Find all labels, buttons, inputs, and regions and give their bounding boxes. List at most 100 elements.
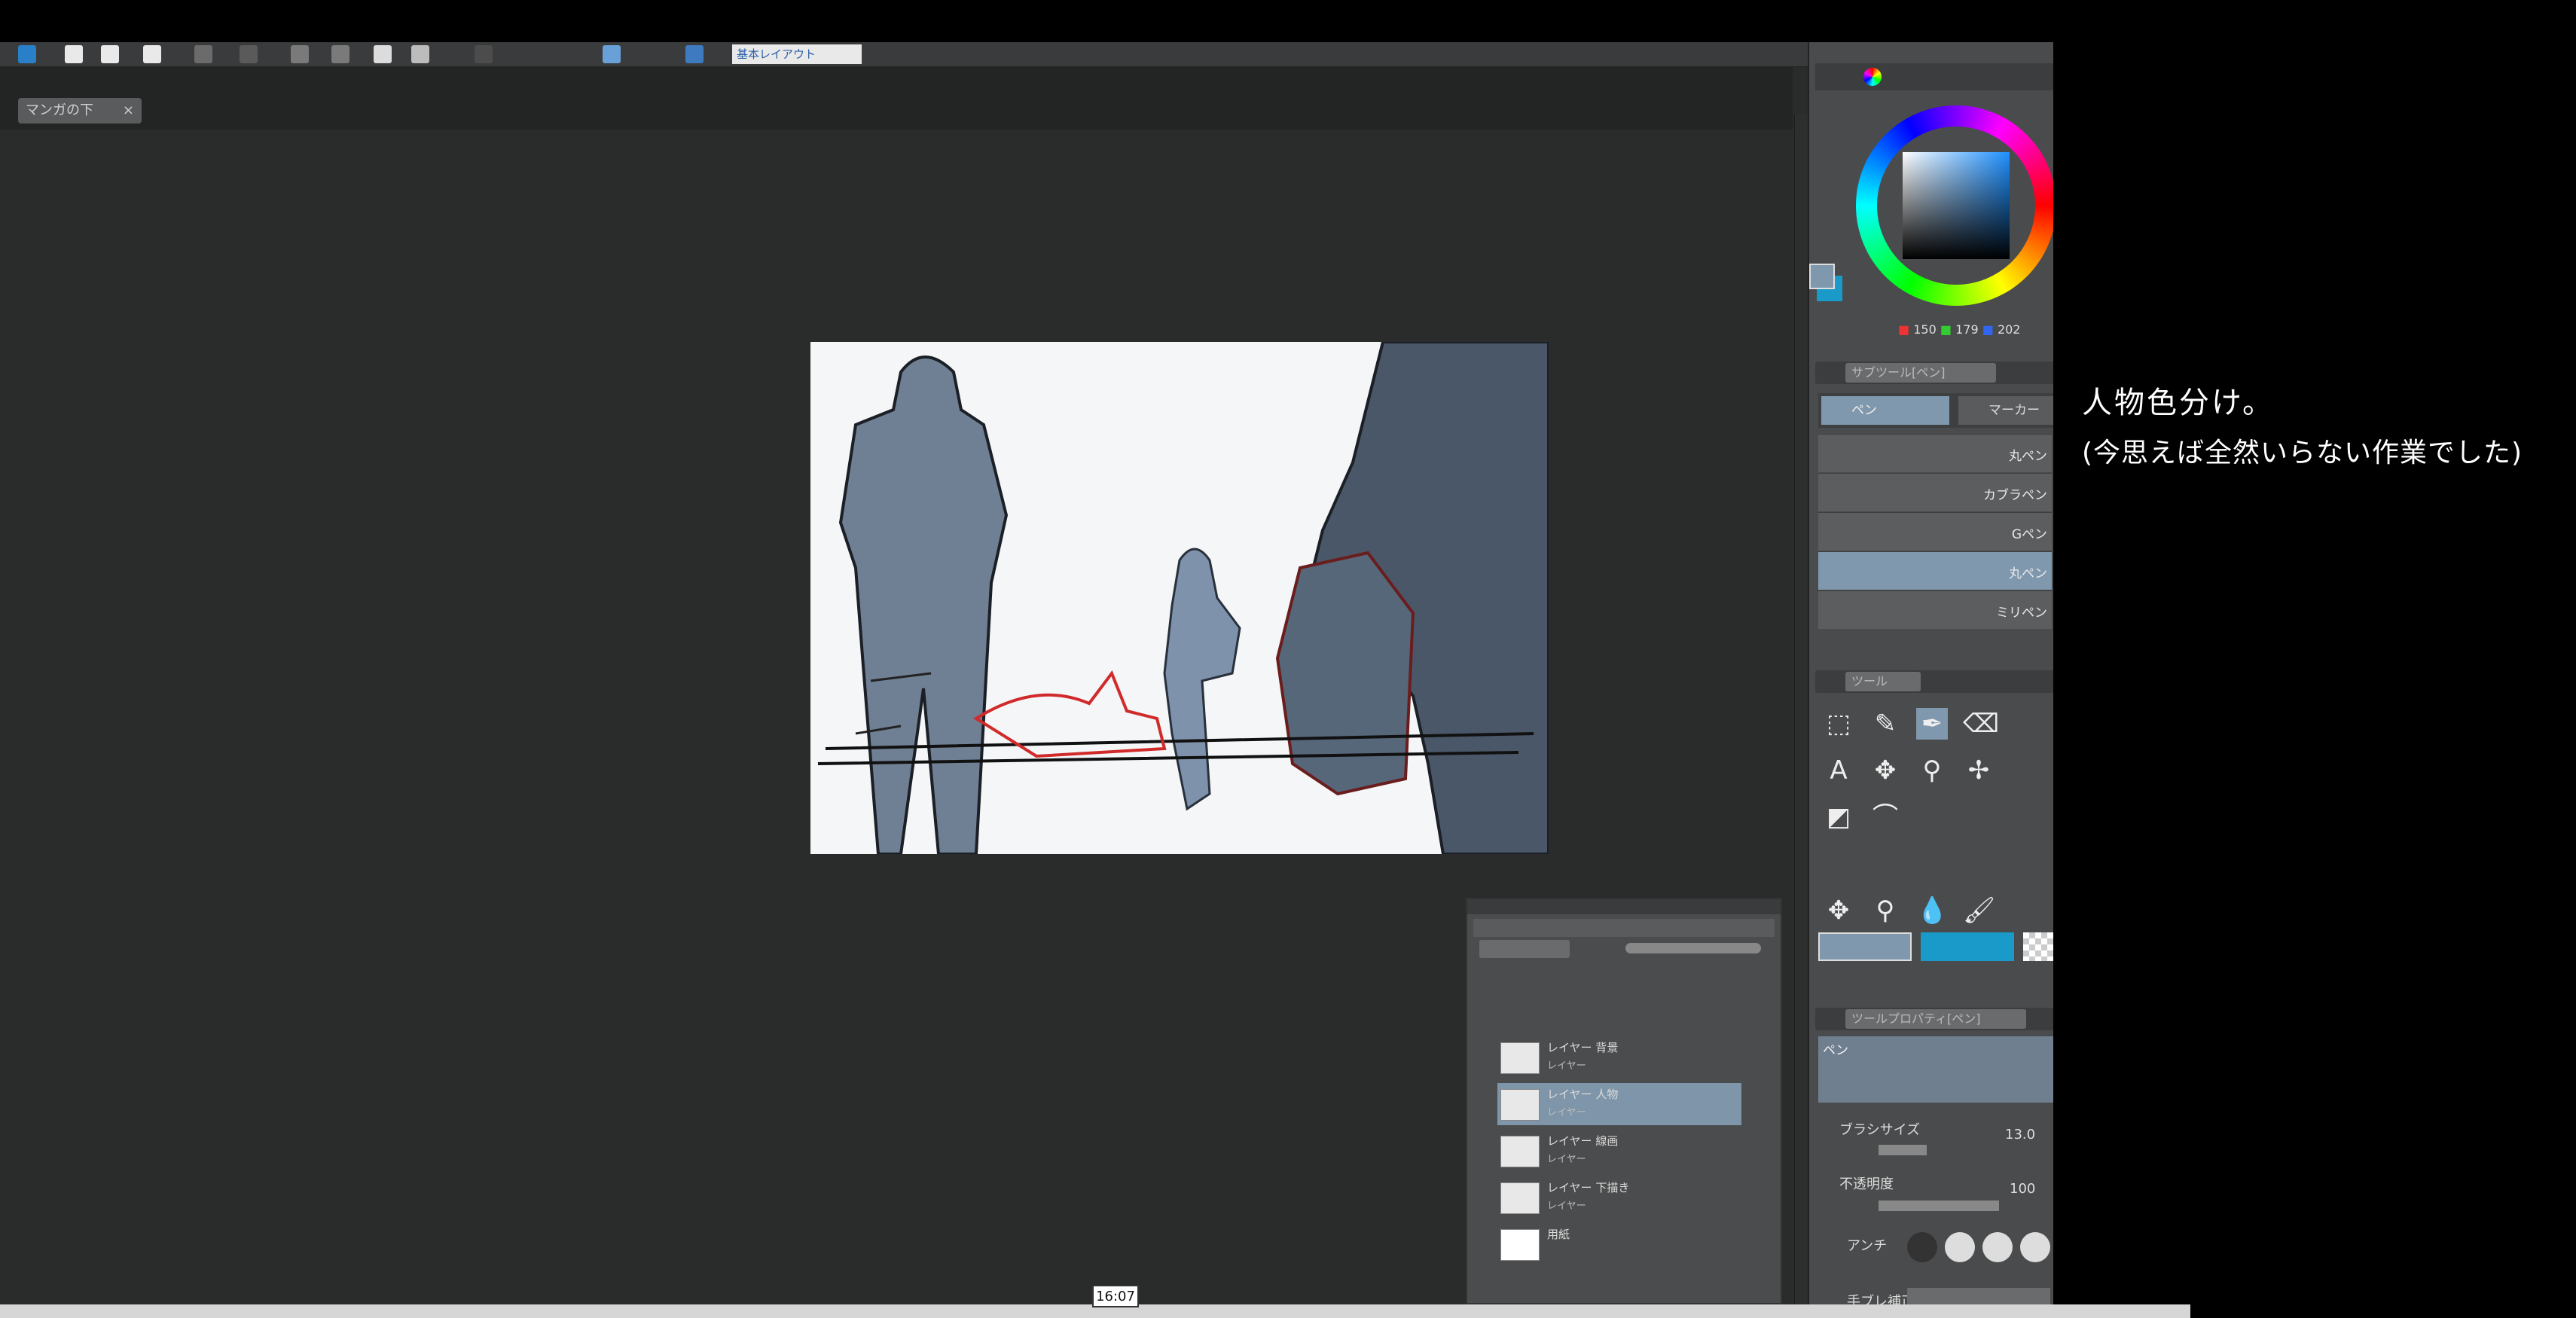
app-icon[interactable]	[18, 45, 36, 63]
layer-tab-row	[1473, 919, 1775, 937]
layer-name: レイヤー 人物	[1547, 1088, 1619, 1101]
brush-label: ミリペン	[1996, 606, 2047, 621]
main-color-chip[interactable]	[1818, 932, 1912, 961]
undo-icon[interactable]	[194, 45, 212, 63]
brush-item[interactable]: カブラペン	[1818, 473, 2052, 511]
right-dock: ■ 150 ■ 179 ■ 202 サブツール[ペン] ペン マーカー 丸ペン …	[1808, 42, 2053, 1304]
layer-name: レイヤー 背景	[1547, 1041, 1619, 1054]
zoom-tool-icon[interactable]: ⚲	[1869, 895, 1901, 926]
layer-mode: レイヤー	[1547, 1107, 1586, 1118]
layer-row[interactable]: レイヤー 背景 レイヤー	[1497, 1036, 1741, 1079]
opacity-slider[interactable]	[1879, 1201, 1999, 1211]
brush-label: 丸ペン	[2009, 449, 2047, 464]
layout-field[interactable]: 基本レイアウト	[732, 44, 862, 64]
eyedropper-tool-icon[interactable]: ✎	[1869, 708, 1901, 740]
layer-panel-header	[1467, 899, 1781, 914]
brush-item-selected[interactable]: 丸ペン	[1818, 551, 2052, 590]
bag-shape	[1275, 551, 1415, 796]
tool-property-title[interactable]: ツールプロパティ[ペン]	[1845, 1009, 2026, 1029]
gradient-tool-icon[interactable]: ◩	[1823, 801, 1854, 833]
layer-thumbnail	[1500, 1042, 1540, 1074]
object-tool-icon[interactable]: ✥	[1869, 755, 1901, 786]
subtool-tab-pen[interactable]: ペン	[1821, 396, 1949, 425]
stabilize-slider[interactable]	[1907, 1288, 2050, 1304]
save-icon[interactable]	[143, 45, 161, 63]
layer-mode: レイヤー	[1547, 1060, 1586, 1072]
brush-item[interactable]: Gペン	[1818, 512, 2052, 551]
brush-item[interactable]: 丸ペン	[1818, 434, 2052, 472]
transparent-color-chip[interactable]	[2023, 932, 2053, 961]
opacity-slider[interactable]	[1625, 943, 1761, 953]
layer-name: レイヤー 下描き	[1547, 1181, 1630, 1194]
subtool-panel-title[interactable]: サブツール[ペン]	[1845, 363, 1996, 383]
opacity-value[interactable]: 100	[2010, 1181, 2035, 1197]
layer-name: 用紙	[1547, 1228, 1570, 1241]
color-wheel[interactable]	[1856, 105, 2053, 306]
brush-label: Gペン	[2011, 527, 2047, 542]
new-file-icon[interactable]	[65, 45, 83, 63]
tool-panel-header: ツール	[1815, 670, 2053, 693]
command-bar: 基本レイアウト	[0, 42, 1815, 67]
brush-icon[interactable]	[685, 45, 704, 63]
layer-row[interactable]: レイヤー 線画 レイヤー	[1497, 1130, 1741, 1172]
opacity-label: 不透明度	[1839, 1176, 1894, 1192]
transform-icon[interactable]	[411, 45, 429, 63]
color-wheel-tab-icon[interactable]	[1863, 68, 1882, 86]
tool-panel-title[interactable]: ツール	[1845, 672, 1921, 691]
layer-row-selected[interactable]: レイヤー 人物 レイヤー	[1497, 1083, 1741, 1125]
select-icon[interactable]	[291, 45, 309, 63]
antialias-weak-button[interactable]	[1945, 1232, 1975, 1262]
eraser-tool-icon[interactable]: ⌫	[1963, 708, 1999, 740]
tab-label: マンガの下	[26, 102, 93, 118]
layer-icon[interactable]	[603, 45, 621, 63]
search-tool-icon[interactable]: ⚲	[1916, 755, 1948, 786]
caption-line-2: (今思えば全然いらない作業でした)	[2082, 438, 2523, 468]
redo-icon[interactable]	[240, 45, 258, 63]
open-file-icon[interactable]	[101, 45, 119, 63]
pen-tool-icon[interactable]: ✒	[1916, 708, 1948, 740]
crop-icon[interactable]	[331, 45, 349, 63]
layer-thumbnail	[1500, 1136, 1540, 1167]
antialias-label: アンチ	[1847, 1238, 1888, 1254]
stabilize-label: 手ブレ補正	[1847, 1294, 1915, 1304]
antialias-strong-button[interactable]	[2020, 1232, 2050, 1262]
pen-select-icon[interactable]	[475, 45, 493, 63]
layer-row-paper[interactable]: 用紙	[1497, 1223, 1741, 1265]
blend-mode-select[interactable]	[1479, 940, 1570, 958]
layer-mode: レイヤー	[1547, 1201, 1586, 1212]
hand-tool-icon[interactable]: ✥	[1823, 895, 1854, 926]
clip-studio-window: 基本レイアウト マンガの下 × レイヤー 背景 レイヤー レイヤー 人物 レイヤ…	[0, 42, 2053, 1304]
brush-size-label: ブラシサイズ	[1839, 1122, 1921, 1138]
fill-tool-icon[interactable]: 💧	[1916, 895, 1948, 926]
layer-thumbnail	[1500, 1182, 1540, 1214]
layer-mode: レイヤー	[1547, 1154, 1586, 1165]
ruler-icon[interactable]	[374, 45, 392, 63]
subtool-tab-marker[interactable]: マーカー	[1958, 396, 2053, 425]
drawing-canvas[interactable]	[810, 342, 1549, 854]
brush-preview: ペン	[1818, 1036, 2053, 1103]
antialias-none-button[interactable]	[1907, 1232, 1937, 1262]
saturation-value-square[interactable]	[1903, 152, 2010, 259]
blue-value: 202	[1997, 322, 2021, 337]
brush-size-slider[interactable]	[1879, 1145, 1927, 1155]
tab-bar: マンガの下 ×	[0, 66, 1793, 130]
brush-size-value[interactable]: 13.0	[2005, 1127, 2035, 1143]
layer-panel: レイヤー 背景 レイヤー レイヤー 人物 レイヤー レイヤー 線画 レイヤー レ…	[1466, 898, 1782, 1304]
antialias-medium-button[interactable]	[1982, 1232, 2013, 1262]
subtool-tab-row: ペン マーカー	[1818, 393, 2053, 428]
text-tool-icon[interactable]: A	[1823, 755, 1854, 786]
move-layer-icon[interactable]: ✢	[1963, 755, 1995, 786]
sub-color-chip[interactable]	[1921, 932, 2014, 961]
brush-label: カブラペン	[1983, 488, 2047, 503]
red-value: 150	[1913, 322, 1937, 337]
close-icon[interactable]: ×	[123, 98, 134, 124]
brush-item[interactable]: ミリペン	[1818, 590, 2052, 629]
marquee-tool-icon[interactable]: ⬚	[1823, 708, 1854, 740]
brush-tool-icon[interactable]: 🖌	[1963, 895, 1995, 926]
tab-canvas[interactable]: マンガの下 ×	[18, 98, 142, 124]
main-color-swatch[interactable]	[1809, 264, 1835, 289]
canvas-vertical-scrollbar[interactable]	[1794, 114, 1808, 1304]
layer-row[interactable]: レイヤー 下描き レイヤー	[1497, 1176, 1741, 1219]
tool-property-header: ツールプロパティ[ペン]	[1815, 1008, 2053, 1030]
curve-tool-icon[interactable]: ⌒	[1869, 801, 1901, 833]
